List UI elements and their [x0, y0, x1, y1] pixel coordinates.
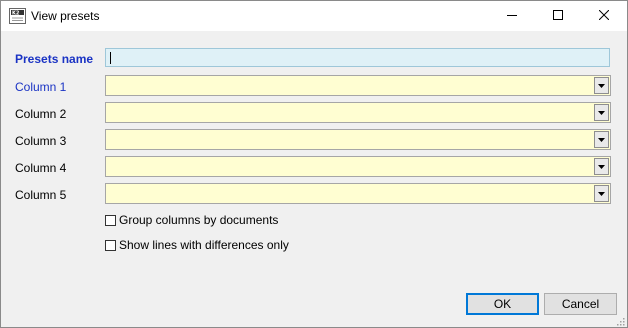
- app-icon: K2: [9, 8, 26, 24]
- column-5-label: Column 5: [15, 188, 67, 202]
- svg-text:K2: K2: [12, 11, 20, 17]
- differences-only-checkbox[interactable]: [105, 239, 116, 251]
- column-5-combo[interactable]: [105, 183, 611, 204]
- presets-name-label: Presets name: [15, 52, 94, 66]
- column-3-combo[interactable]: [105, 129, 611, 150]
- column-2-label: Column 2: [15, 107, 67, 121]
- window-title: View presets: [31, 9, 100, 23]
- column-2-dropdown-button[interactable]: [594, 104, 609, 121]
- column-3-label: Column 3: [15, 134, 67, 148]
- title-bar[interactable]: K2 View presets: [1, 1, 627, 31]
- minimize-button[interactable]: [489, 1, 535, 31]
- maximize-button[interactable]: [535, 1, 581, 31]
- group-columns-checkbox[interactable]: [105, 214, 116, 226]
- group-columns-label[interactable]: Group columns by documents: [119, 213, 278, 227]
- chevron-down-icon: [598, 83, 605, 88]
- close-button[interactable]: [581, 1, 627, 31]
- column-4-dropdown-button[interactable]: [594, 158, 609, 175]
- column-2-combo[interactable]: [105, 102, 611, 123]
- chevron-down-icon: [598, 191, 605, 196]
- column-4-combo[interactable]: [105, 156, 611, 177]
- maximize-icon: [553, 9, 563, 23]
- differences-only-checkbox-row[interactable]: Show lines with differences only: [105, 238, 289, 252]
- column-4-label: Column 4: [15, 161, 67, 175]
- presets-name-input[interactable]: [105, 48, 610, 67]
- column-5-dropdown-button[interactable]: [594, 185, 609, 202]
- chevron-down-icon: [598, 110, 605, 115]
- group-columns-checkbox-row[interactable]: Group columns by documents: [105, 213, 278, 227]
- minimize-icon: [507, 9, 517, 23]
- view-presets-dialog: K2 View presets Presets name Column 1 Co…: [0, 0, 628, 328]
- column-1-label: Column 1: [15, 80, 67, 94]
- column-1-combo[interactable]: [105, 75, 611, 96]
- cancel-button[interactable]: Cancel: [544, 293, 617, 315]
- column-3-dropdown-button[interactable]: [594, 131, 609, 148]
- chevron-down-icon: [598, 164, 605, 169]
- resize-grip-icon[interactable]: [615, 315, 625, 326]
- close-icon: [598, 9, 610, 23]
- text-caret: [110, 52, 111, 64]
- ok-button[interactable]: OK: [466, 293, 539, 315]
- column-1-dropdown-button[interactable]: [594, 77, 609, 94]
- differences-only-label[interactable]: Show lines with differences only: [119, 238, 289, 252]
- chevron-down-icon: [598, 137, 605, 142]
